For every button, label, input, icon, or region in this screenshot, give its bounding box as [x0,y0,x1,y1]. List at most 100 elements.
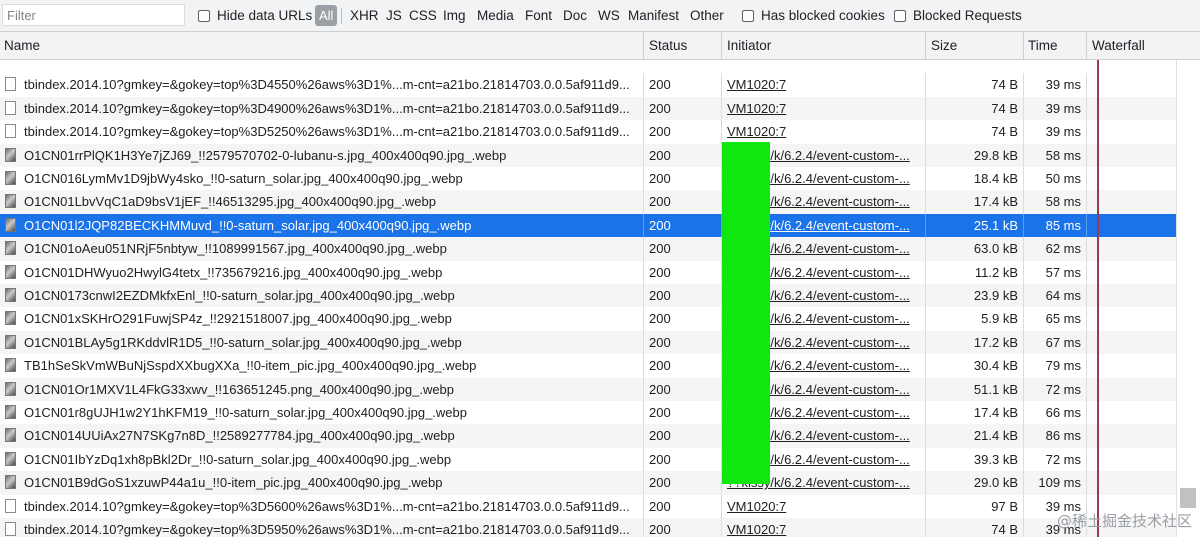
type-filter-media[interactable]: Media [477,0,514,32]
table-row[interactable]: O1CN01IbYzDq1xh8pBkl2Dr_!!0-saturn_solar… [0,447,1176,472]
request-name[interactable]: O1CN01BLAy5g1RKddvlR1D5_!!0-saturn_solar… [0,330,644,355]
request-size: 25.1 kB [926,213,1024,238]
table-row[interactable]: TB1hSeSkVmWBuNjSspdXXbugXXa_!!0-item_pic… [0,354,1176,378]
type-filter-ws[interactable]: WS [598,0,620,32]
request-name[interactable]: O1CN01Or1MXV1L4FkG33xwv_!!163651245.png_… [0,377,644,401]
image-file-icon [5,194,16,209]
request-name[interactable]: tbindex.2014.10?gmkey=&gokey=top%3D5600%… [0,494,644,518]
request-waterfall [1087,261,1176,284]
type-filter-img[interactable]: Img [443,0,466,32]
column-header-initiator[interactable]: Initiator [722,32,926,59]
column-header-waterfall[interactable]: Waterfall [1087,32,1200,59]
request-name[interactable]: O1CN01DHWyuo2HwylG4tetx_!!735679216.jpg_… [0,260,644,284]
initiator-link[interactable]: VM1020:7 [727,499,786,514]
initiator-link[interactable]: VM1020:7 [727,124,786,139]
table-row[interactable]: tbindex.2014.10?gmkey=&gokey=top%3D5600%… [0,494,1176,518]
table-row[interactable]: O1CN01LbvVqC1aD9bsV1jEF_!!46513295.jpg_4… [0,190,1176,214]
scrollbar-track[interactable] [1176,60,1200,537]
request-waterfall [1087,73,1176,96]
type-filter-js[interactable]: JS [386,0,402,32]
request-name[interactable]: tbindex.2014.10?gmkey=&gokey=top%3D5950%… [0,518,644,537]
request-time: 86 ms [1024,424,1087,448]
request-name[interactable]: O1CN016LymMv1D9jbWy4sko_!!0-saturn_solar… [0,167,644,191]
request-name-text: tbindex.2014.10?gmkey=&gokey=top%3D4900%… [24,100,630,116]
request-name-text: O1CN014UUiAx27N7SKg7n8D_!!2589277784.jpg… [24,428,455,444]
table-row[interactable]: O1CN01r8gUJH1w2Y1hKFM19_!!0-saturn_solar… [0,401,1176,425]
request-name[interactable]: O1CN01l2JQP82BECKHMMuvd_!!0-saturn_solar… [0,213,644,238]
table-row[interactable]: O1CN01B9dGoS1xzuwP44a1u_!!0-item_pic.jpg… [0,471,1176,495]
column-header-status[interactable]: Status [644,32,722,59]
checkbox-icon [198,10,210,22]
has-blocked-cookies-checkbox[interactable]: Has blocked cookies [742,0,885,32]
initiator-link[interactable]: VM1020:7 [727,77,786,92]
request-status: 200 [644,167,722,191]
request-name-text: O1CN01l2JQP82BECKHMMuvd_!!0-saturn_solar… [24,217,472,233]
image-file-icon [5,405,16,419]
request-name-text: O1CN01xSKHrO291FuwjSP4z_!!2921518007.jpg… [24,311,452,327]
request-waterfall [1087,354,1176,377]
request-status: 200 [644,213,722,238]
request-time: 39 ms [1024,120,1087,144]
table-row[interactable]: O1CN01oAeu051NRjF5nbtyw_!!1089991567.jpg… [0,237,1176,261]
table-row[interactable]: O1CN0173cnwI2EZDMkfxEnl_!!0-saturn_solar… [0,284,1176,308]
table-row[interactable]: O1CN01Or1MXV1L4FkG33xwv_!!163651245.png_… [0,377,1176,401]
request-waterfall [1087,97,1176,120]
column-header-time[interactable]: Time [1024,32,1087,59]
request-name[interactable]: O1CN01LbvVqC1aD9bsV1jEF_!!46513295.jpg_4… [0,190,644,214]
table-row[interactable]: O1CN016LymMv1D9jbWy4sko_!!0-saturn_solar… [0,167,1176,191]
request-waterfall [1087,378,1176,401]
table-row[interactable]: O1CN01xSKHrO291FuwjSP4z_!!2921518007.jpg… [0,307,1176,331]
type-filter-font[interactable]: Font [525,0,552,32]
type-filter-manifest[interactable]: Manifest [628,0,679,32]
request-name[interactable]: tbindex.2014.10?gmkey=&gokey=top%3D4550%… [0,73,644,97]
table-row[interactable]: tbindex.2014.10?gmkey=&gokey=top%3D5950%… [0,518,1176,537]
request-name[interactable]: O1CN01xSKHrO291FuwjSP4z_!!2921518007.jpg… [0,307,644,331]
request-name[interactable]: O1CN0173cnwI2EZDMkfxEnl_!!0-saturn_solar… [0,284,644,308]
table-row[interactable]: O1CN01BLAy5g1RKddvlR1D5_!!0-saturn_solar… [0,330,1176,355]
document-file-icon [5,498,16,513]
request-waterfall [1087,401,1176,424]
request-name[interactable]: O1CN01B9dGoS1xzuwP44a1u_!!0-item_pic.jpg… [0,471,644,495]
column-header-name[interactable]: Name [0,32,644,59]
table-row[interactable]: O1CN014UUiAx27N7SKg7n8D_!!2589277784.jpg… [0,424,1176,448]
request-name-text: O1CN01BLAy5g1RKddvlR1D5_!!0-saturn_solar… [24,334,462,350]
request-time: 57 ms [1024,260,1087,284]
request-time: 50 ms [1024,167,1087,191]
type-filter-xhr[interactable]: XHR [350,0,379,32]
table-row[interactable]: O1CN01l2JQP82BECKHMMuvd_!!0-saturn_solar… [0,213,1176,238]
request-name[interactable]: O1CN01r8gUJH1w2Y1hKFM19_!!0-saturn_solar… [0,401,644,425]
request-time: 66 ms [1024,401,1087,425]
request-name[interactable]: O1CN01oAeu051NRjF5nbtyw_!!1089991567.jpg… [0,237,644,261]
type-filter-css[interactable]: CSS [409,0,437,32]
image-file-icon [5,147,16,162]
request-size: 11.2 kB [926,260,1024,284]
request-status: 200 [644,354,722,378]
request-name[interactable]: O1CN01IbYzDq1xh8pBkl2Dr_!!0-saturn_solar… [0,447,644,472]
initiator-link[interactable]: VM1020:7 [727,522,786,537]
request-waterfall [1087,214,1176,237]
request-status: 200 [644,471,722,495]
table-row[interactable]: tbindex.2014.10?gmkey=&gokey=top%3D5250%… [0,120,1176,144]
request-status: 200 [644,330,722,355]
scrollbar-thumb[interactable] [1180,488,1196,508]
filter-input[interactable] [2,4,185,26]
request-name[interactable]: tbindex.2014.10?gmkey=&gokey=top%3D5250%… [0,120,644,144]
request-name[interactable]: O1CN014UUiAx27N7SKg7n8D_!!2589277784.jpg… [0,424,644,448]
table-row[interactable]: tbindex.2014.10?gmkey=&gokey=top%3D4900%… [0,96,1176,121]
table-row[interactable]: O1CN01DHWyuo2HwylG4tetx_!!735679216.jpg_… [0,260,1176,284]
request-waterfall [1087,307,1176,330]
type-filter-all[interactable]: All [315,5,338,26]
blocked-requests-checkbox[interactable]: Blocked Requests [894,0,1022,32]
request-size: 51.1 kB [926,377,1024,401]
request-size: 17.2 kB [926,330,1024,355]
type-filter-other[interactable]: Other [690,0,724,32]
column-header-size[interactable]: Size [926,32,1024,59]
request-name[interactable]: TB1hSeSkVmWBuNjSspdXXbugXXa_!!0-item_pic… [0,354,644,378]
initiator-link[interactable]: VM1020:7 [727,101,786,116]
table-row[interactable]: tbindex.2014.10?gmkey=&gokey=top%3D4550%… [0,73,1176,97]
table-row[interactable]: O1CN01rrPlQK1H3Ye7jZJ69_!!2579570702-0-l… [0,143,1176,167]
request-name[interactable]: O1CN01rrPlQK1H3Ye7jZJ69_!!2579570702-0-l… [0,143,644,167]
request-name[interactable]: tbindex.2014.10?gmkey=&gokey=top%3D4900%… [0,96,644,121]
type-filter-doc[interactable]: Doc [563,0,587,32]
hide-data-urls-checkbox[interactable]: Hide data URLs [198,0,312,32]
